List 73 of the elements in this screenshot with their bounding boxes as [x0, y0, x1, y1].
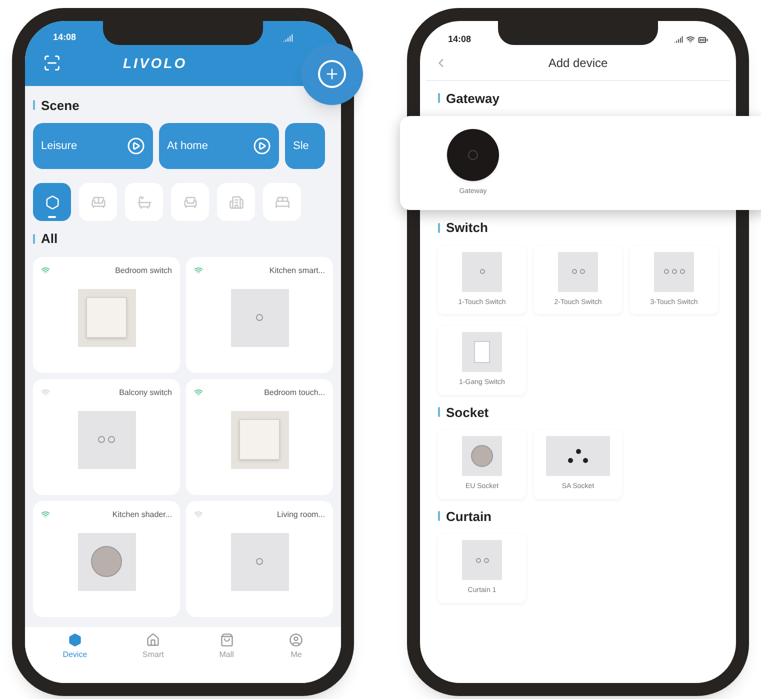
- room-tab[interactable]: [171, 183, 209, 221]
- device-name: Bedroom switch: [115, 264, 172, 276]
- room-icon: [136, 194, 152, 210]
- app-logo: LIVOLO: [123, 54, 188, 72]
- device-card[interactable]: Living room...: [186, 500, 333, 616]
- nav-tab[interactable]: Smart: [142, 633, 164, 661]
- device-card[interactable]: Balcony switch: [33, 378, 180, 494]
- play-icon: [127, 137, 145, 155]
- room-tab[interactable]: [33, 183, 71, 221]
- switch-panel-drawing: [462, 252, 502, 292]
- section-heading: Socket: [446, 404, 489, 422]
- scene-button[interactable]: Leisure: [33, 123, 153, 169]
- switch-panel-drawing: [462, 540, 502, 580]
- nav-icon: [68, 633, 82, 647]
- switch-panel-drawing: [230, 410, 288, 468]
- status-time: 14:08: [448, 33, 472, 46]
- room-tab[interactable]: [263, 183, 301, 221]
- room-icon: [274, 194, 290, 210]
- screen-title: Add device: [548, 55, 608, 72]
- nav-tab[interactable]: Me: [289, 633, 304, 661]
- section-heading: Curtain: [446, 508, 492, 526]
- heading-marker: [438, 222, 440, 233]
- room-tab[interactable]: [79, 183, 117, 221]
- device-name: Bedroom touch...: [264, 386, 325, 398]
- room-tab[interactable]: [125, 183, 163, 221]
- switch-panel-drawing: [230, 288, 288, 346]
- wifi-icon: [686, 34, 695, 44]
- room-icon: [228, 194, 244, 210]
- switch-panel-drawing: [78, 288, 136, 346]
- status-time: 14:08: [53, 31, 76, 44]
- device-name: Kitchen smart...: [269, 264, 325, 276]
- nav-icon: [220, 633, 234, 647]
- signal-icon: [283, 32, 293, 43]
- room-icon: [182, 194, 198, 210]
- switch-panel-drawing: [558, 252, 598, 292]
- nav-tab[interactable]: Mall: [219, 633, 234, 661]
- switch-panel-drawing: [462, 332, 502, 372]
- device-card[interactable]: Bedroom switch: [33, 256, 180, 372]
- device-card[interactable]: Kitchen shader...: [33, 500, 180, 616]
- battery-icon: [698, 34, 708, 45]
- nav-tab[interactable]: Device: [62, 633, 88, 661]
- plus-icon: [324, 66, 340, 82]
- device-name: Kitchen shader...: [112, 508, 172, 520]
- device-card[interactable]: Kitchen smart...: [186, 256, 333, 372]
- device-name: Balcony switch: [119, 386, 172, 398]
- section-heading: Gateway: [446, 90, 500, 108]
- socket-drawing: [546, 436, 610, 476]
- heading-marker: [33, 100, 35, 110]
- room-icon: [44, 194, 60, 210]
- scene-button[interactable]: Sle: [285, 123, 325, 169]
- device-card[interactable]: Bedroom touch...: [186, 378, 333, 494]
- switch-panel-drawing: [230, 532, 288, 590]
- room-tab[interactable]: [217, 183, 255, 221]
- play-icon: [253, 137, 271, 155]
- scene-button[interactable]: At home: [159, 123, 279, 169]
- heading-marker: [33, 234, 35, 244]
- section-heading: Switch: [446, 219, 488, 237]
- scan-icon: [43, 54, 61, 72]
- device-name: Living room...: [276, 508, 325, 520]
- section-heading: Scene: [41, 96, 80, 114]
- signal-icon: [674, 34, 683, 44]
- gateway-drawing: [447, 128, 499, 181]
- switch-panel-drawing: [78, 410, 136, 468]
- section-heading: All: [41, 230, 58, 248]
- heading-marker: [438, 511, 440, 522]
- nav-icon: [289, 633, 304, 647]
- socket-drawing: [462, 436, 502, 476]
- room-icon: [90, 194, 106, 210]
- socket-drawing: [78, 532, 136, 590]
- nav-icon: [146, 633, 160, 647]
- switch-panel-drawing: [654, 252, 694, 292]
- heading-marker: [438, 407, 440, 418]
- heading-marker: [438, 93, 440, 104]
